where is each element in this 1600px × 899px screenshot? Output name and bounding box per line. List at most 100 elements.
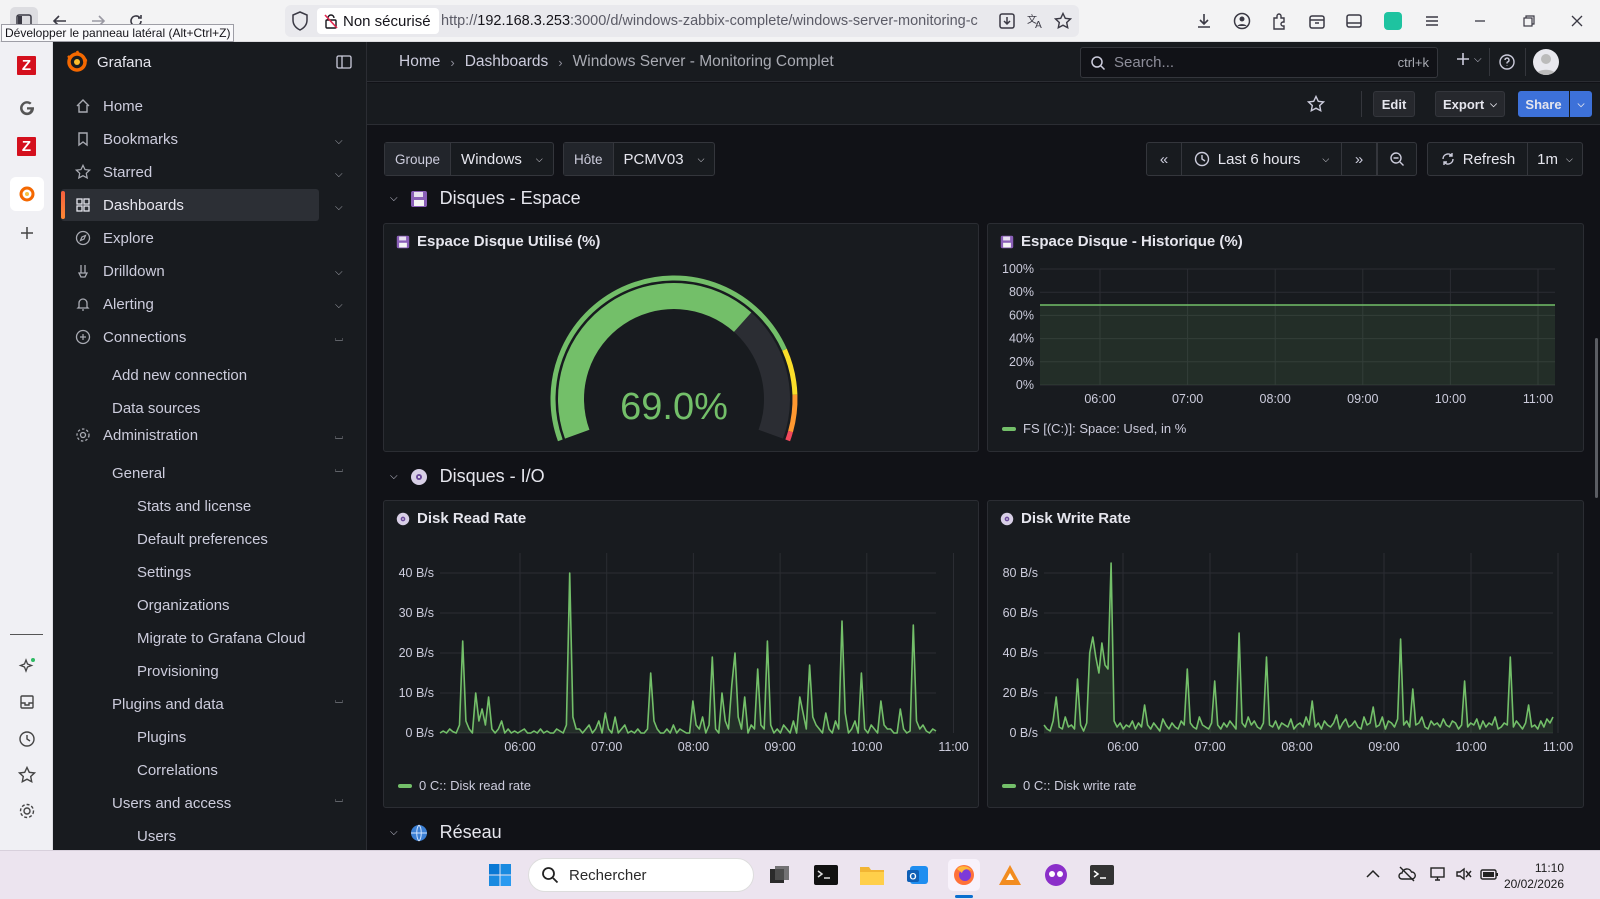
menu-icon[interactable] <box>1424 13 1440 29</box>
grafana-brand[interactable]: Grafana <box>65 50 151 74</box>
sidebar-panel-icon[interactable] <box>1345 12 1363 30</box>
chevron-up-icon[interactable]: ⌴ <box>335 695 343 706</box>
help-icon[interactable] <box>1498 53 1516 71</box>
ai-sparkle-icon[interactable] <box>13 652 40 679</box>
export-button[interactable]: Export ⌵ <box>1435 91 1505 117</box>
shield-icon[interactable] <box>291 11 309 31</box>
legend-item[interactable]: 0 C:: Disk write rate <box>1002 778 1136 793</box>
nav-sub-plugins-data[interactable]: Plugins and data <box>112 696 224 713</box>
app-icon-orange[interactable] <box>994 859 1026 891</box>
panel-disk-write[interactable]: Disk Write Rate 0 B/s 20 B/s 40 B/s 60 B/s 8… <box>987 500 1584 808</box>
edit-button[interactable]: Edit <box>1373 91 1415 117</box>
containers-icon[interactable] <box>1308 12 1326 30</box>
settings-icon[interactable] <box>13 797 40 824</box>
battery-icon[interactable] <box>1480 866 1500 882</box>
nav-item-home[interactable]: Home <box>61 90 319 122</box>
account-icon[interactable] <box>1233 12 1251 30</box>
favorites-icon[interactable] <box>13 761 40 788</box>
nav-item-alerting[interactable]: Alerting <box>61 288 319 320</box>
chevron-up-icon[interactable] <box>1366 869 1380 879</box>
taskbar-clock[interactable]: 11:10 20/02/2026 <box>1504 860 1564 892</box>
nav-item-connections[interactable]: Connections <box>61 321 319 353</box>
task-view-icon[interactable] <box>764 859 796 891</box>
google-icon[interactable] <box>13 94 40 121</box>
row-disk-space[interactable]: ⌵ Disques - Espace <box>390 188 581 209</box>
security-indicator[interactable]: Non sécurisé <box>317 8 439 34</box>
nav-sub-settings[interactable]: Settings <box>137 564 191 581</box>
extensions-icon[interactable] <box>1271 12 1289 30</box>
breadcrumb-home[interactable]: Home <box>399 53 440 71</box>
nav-item-dashboards[interactable]: Dashboards <box>61 189 319 221</box>
variable-hote[interactable]: Hôte PCMV03 ⌵ <box>563 142 716 176</box>
chevron-down-icon[interactable]: ⌵ <box>335 169 343 180</box>
chevron-up-icon[interactable]: ⌴ <box>335 794 343 805</box>
volume-muted-icon[interactable] <box>1455 866 1473 882</box>
panel-disk-used-gauge[interactable]: Espace Disque Utilisé (%) 69.0% <box>383 223 979 452</box>
chevron-down-icon[interactable]: ⌵ <box>335 202 343 213</box>
terminal-icon[interactable] <box>810 859 842 891</box>
time-shift-back-button[interactable]: « <box>1146 142 1182 176</box>
refresh-button[interactable]: Refresh <box>1427 142 1528 176</box>
grafana-icon[interactable] <box>10 177 44 211</box>
chevron-up-icon[interactable]: ⌴ <box>335 464 343 475</box>
dock-menu-icon[interactable] <box>336 54 352 70</box>
nav-sub-migrate[interactable]: Migrate to Grafana Cloud <box>137 630 305 647</box>
legend-item[interactable]: FS [(C:)]: Space: Used, in % <box>1002 421 1186 436</box>
windows-start-icon[interactable] <box>484 859 516 891</box>
nav-sub-stats[interactable]: Stats and license <box>137 498 251 515</box>
chevron-down-icon[interactable]: ⌵ <box>335 267 343 278</box>
nav-sub-data-sources[interactable]: Data sources <box>112 400 200 417</box>
url-bar[interactable]: Non sécurisé http://192.168.3.253:3000/d… <box>285 5 1079 37</box>
nav-sub-users-access[interactable]: Users and access <box>112 795 231 812</box>
add-icon[interactable] <box>13 219 40 246</box>
variable-groupe[interactable]: Groupe Windows ⌵ <box>384 142 554 176</box>
minimize-icon[interactable] <box>1473 14 1487 28</box>
nav-sub-correlations[interactable]: Correlations <box>137 762 218 779</box>
firefox-icon[interactable] <box>948 859 980 891</box>
nav-item-administration[interactable]: Administration <box>61 419 319 451</box>
taskbar-search[interactable]: Rechercher <box>528 858 754 892</box>
history-icon[interactable] <box>13 725 40 752</box>
nav-sub-provisioning[interactable]: Provisioning <box>137 663 219 680</box>
restore-icon[interactable] <box>1522 14 1536 28</box>
outlook-icon[interactable]: O <box>902 859 934 891</box>
nav-item-starred[interactable]: Starred <box>61 156 319 188</box>
nav-sub-add-connection[interactable]: Add new connection <box>112 367 247 384</box>
url-text[interactable]: http://192.168.3.253:3000/d/windows-zabb… <box>441 13 981 29</box>
new-button[interactable]: ⌵ <box>1456 52 1482 66</box>
legend-item[interactable]: 0 C:: Disk read rate <box>398 778 531 793</box>
share-menu-button[interactable]: ⌵ <box>1570 91 1592 117</box>
scrollbar[interactable] <box>1595 338 1598 498</box>
save-page-icon[interactable] <box>998 12 1016 30</box>
downloads-icon[interactable] <box>1195 12 1213 30</box>
inbox-icon[interactable] <box>13 688 40 715</box>
translate-icon[interactable]: 文A <box>1026 12 1044 30</box>
avatar[interactable] <box>1533 49 1559 75</box>
network-icon[interactable] <box>1430 866 1448 882</box>
zoom-out-button[interactable] <box>1377 142 1417 176</box>
panel-disk-history[interactable]: Espace Disque - Historique (%) 0% 20% 40% 6… <box>987 223 1584 452</box>
time-shift-forward-button[interactable]: » <box>1341 142 1377 176</box>
nav-sub-default-preferences[interactable]: Default preferences <box>137 531 268 548</box>
chevron-down-icon[interactable]: ⌵ <box>335 136 343 147</box>
file-explorer-icon[interactable] <box>856 859 888 891</box>
chevron-down-icon[interactable]: ⌵ <box>335 300 343 311</box>
chevron-up-icon[interactable]: ⌴ <box>335 333 343 344</box>
nav-item-drilldown[interactable]: Drilldown <box>61 255 319 287</box>
nav-sub-plugins[interactable]: Plugins <box>137 729 186 746</box>
nav-item-explore[interactable]: Explore <box>61 222 319 254</box>
star-icon[interactable] <box>1307 95 1325 113</box>
nav-sub-organizations[interactable]: Organizations <box>137 597 230 614</box>
search-input[interactable]: Search... ctrl+k <box>1080 47 1438 78</box>
panel-disk-read[interactable]: Disk Read Rate 0 B/s 10 B/s 20 B/s 30 B/s 40… <box>383 500 979 808</box>
app-icon-mask[interactable] <box>1040 859 1072 891</box>
cloud-off-icon[interactable] <box>1398 866 1416 882</box>
zabbix-icon[interactable]: Z <box>17 56 36 75</box>
close-icon[interactable] <box>1570 14 1584 28</box>
extension-app-icon[interactable] <box>1384 12 1402 30</box>
breadcrumb-dashboards[interactable]: Dashboards <box>465 53 549 71</box>
nav-sub-general[interactable]: General <box>112 465 165 482</box>
row-disk-io[interactable]: ⌵ Disques - I/O <box>390 466 545 487</box>
chevron-up-icon[interactable]: ⌴ <box>335 431 343 442</box>
console-icon[interactable] <box>1086 859 1118 891</box>
